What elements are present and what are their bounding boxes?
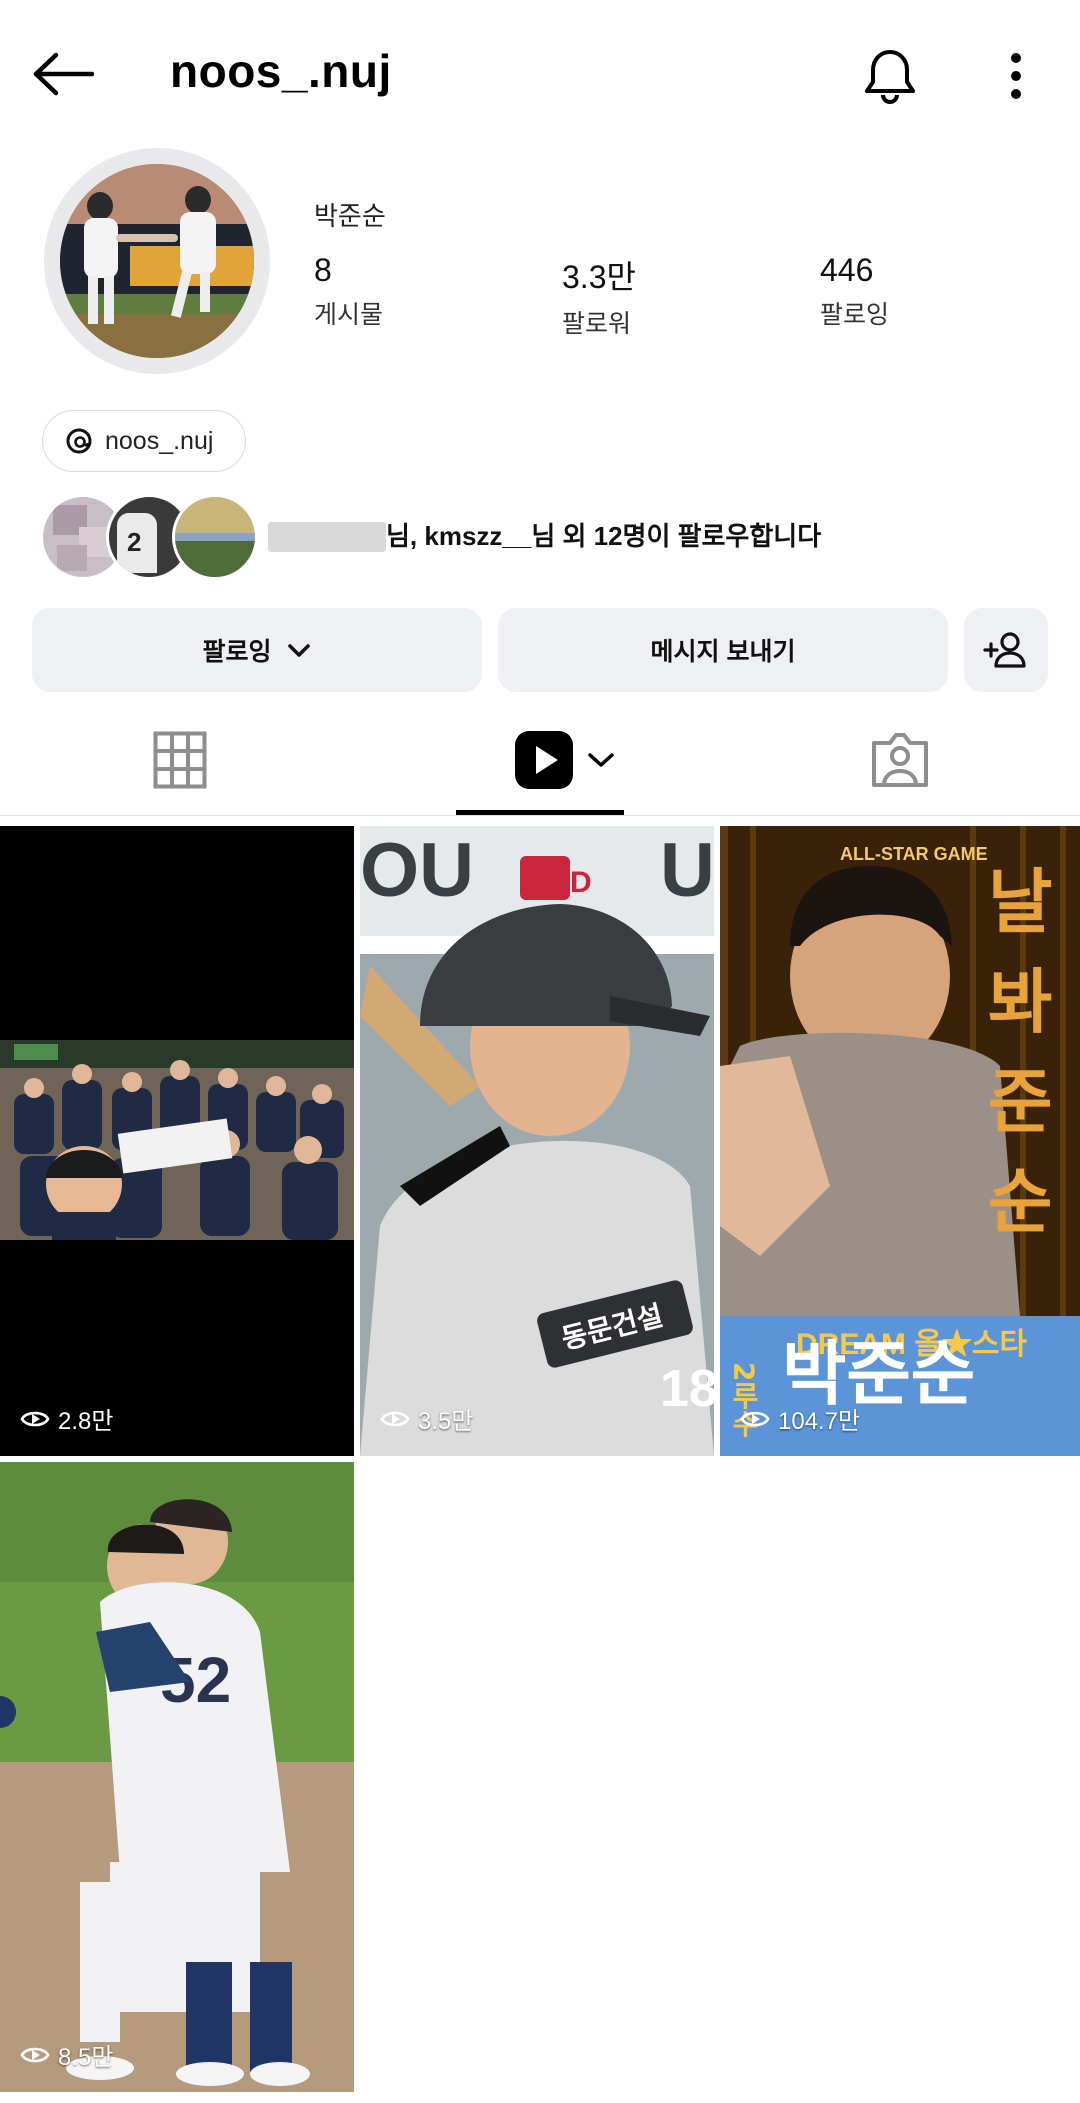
eye-play-icon [740, 1411, 770, 1426]
eye-play-icon [380, 1411, 410, 1426]
svg-text:D: D [570, 866, 592, 899]
view-count-value: 2.8만 [58, 1408, 114, 1435]
mutual-redacted-name [268, 522, 386, 552]
message-button-label: 메시지 보내기 [650, 638, 796, 666]
back-button[interactable] [26, 44, 100, 104]
view-count: 104.7만 [740, 1401, 860, 1436]
jersey-number: 18 [660, 1360, 714, 1418]
stat-posts[interactable]: 8 게시물 [314, 252, 383, 331]
message-button[interactable]: 메시지 보내기 [498, 608, 948, 692]
chevron-down-icon [287, 644, 310, 657]
following-button[interactable]: 팔로잉 [32, 608, 482, 692]
reel-thumbnail-4[interactable]: 52 8.5만 [0, 1462, 354, 2092]
stat-posts-label: 게시물 [314, 301, 384, 329]
threads-link[interactable]: noos_.nuj [42, 410, 246, 472]
grid-icon [153, 731, 207, 789]
allstar-vertical-4: 순 [988, 1161, 1052, 1243]
bell-icon [865, 50, 915, 104]
tabs-divider [0, 815, 1080, 816]
stat-followers-label: 팔로워 [562, 310, 632, 338]
tab-reels[interactable] [500, 720, 630, 800]
svg-text:OU: OU [360, 828, 474, 913]
threads-icon [66, 428, 92, 454]
stat-following-value: 446 [820, 252, 874, 288]
following-button-label: 팔로잉 [202, 638, 272, 666]
add-person-icon [983, 632, 1026, 668]
more-options-button[interactable] [992, 44, 1040, 108]
chevron-down-icon [588, 753, 614, 767]
mutual-followers-text[interactable]: 님, kmszz__님 외 12명이 팔로우합니다 [386, 516, 821, 553]
allstar-title: ALL-STAR GAME [840, 844, 988, 864]
allstar-vertical-3: 준 [988, 1061, 1052, 1143]
stat-following[interactable]: 446 팔로잉 [820, 252, 889, 331]
eye-play-icon [20, 2047, 50, 2062]
tab-tagged[interactable] [840, 720, 960, 800]
allstar-vertical-1: 날 [988, 861, 1052, 943]
view-count-value: 104.7만 [778, 1408, 861, 1435]
mutual-avatar-3 [172, 494, 258, 580]
more-vertical-icon [1011, 53, 1021, 99]
stat-followers[interactable]: 3.3만 팔로워 [562, 252, 636, 340]
notifications-button[interactable] [858, 44, 922, 108]
view-count: 2.8만 [20, 1401, 113, 1436]
profile-username: noos_.nuj [170, 45, 392, 97]
view-count-value: 3.5만 [418, 1408, 474, 1435]
mutual-avatars[interactable]: 2 [40, 492, 258, 580]
reel-thumbnail-3[interactable]: ALL-STAR GAME 날 봐 준 순 DREAM 올★스타 박준순 2루수… [720, 826, 1080, 1456]
avatar[interactable] [60, 164, 254, 358]
reel-thumbnail-2[interactable]: OU UT D 동문건설 18 3.5만 [360, 826, 714, 1456]
back-arrow-icon [33, 52, 94, 96]
eye-play-icon [20, 1411, 50, 1426]
view-count: 8.5만 [20, 2037, 113, 2072]
stat-posts-value: 8 [314, 252, 332, 288]
stat-followers-value: 3.3만 [562, 259, 636, 295]
reel-thumbnail-1[interactable]: 2.8만 [0, 826, 354, 1456]
tagged-person-icon [872, 733, 928, 787]
stat-following-label: 팔로잉 [820, 301, 890, 329]
reels-play-icon [515, 731, 573, 789]
suggest-people-button[interactable] [964, 608, 1048, 692]
threads-handle: noos_.nuj [105, 426, 214, 455]
view-count-value: 8.5만 [58, 2044, 114, 2071]
allstar-vertical-2: 봐 [988, 961, 1052, 1043]
tab-posts-grid[interactable] [120, 720, 240, 800]
profile-full-name: 박준순 [314, 201, 386, 231]
svg-text:UT: UT [660, 828, 714, 913]
view-count: 3.5만 [380, 1401, 473, 1436]
